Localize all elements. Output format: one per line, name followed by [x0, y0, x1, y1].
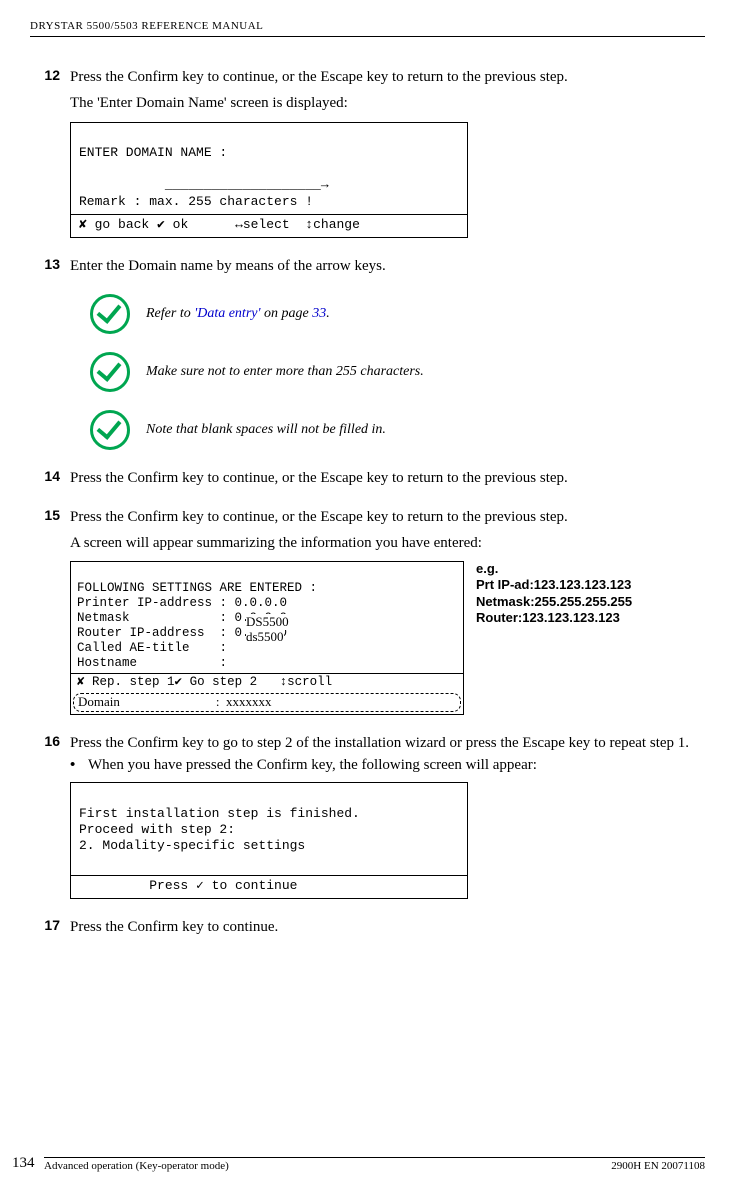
bullet-icon: • [70, 757, 88, 774]
checkmark-icon [90, 294, 130, 334]
lcd-softkeys: ✘ go back ✔ ok ↔select ↕change [71, 214, 467, 237]
step-number-16: 16 [30, 733, 70, 753]
lcd-line: Proceed with step 2: [79, 822, 235, 837]
lcd-line: Hostname : [77, 656, 235, 670]
step-number-13: 13 [30, 256, 70, 276]
overlay-hostname: ds5500 [246, 629, 284, 645]
lcd-softkeys: ✘ Rep. step 1✔ Go step 2 ↕scroll [71, 673, 463, 691]
note-text: Refer to 'Data entry' on page 33. [146, 306, 330, 322]
footer-left: Advanced operation (Key-operator mode) [44, 1160, 229, 1172]
lcd-line: Remark : max. 255 characters ! [79, 194, 313, 209]
running-header: DRYSTAR 5500/5503 REFERENCE MANUAL [30, 20, 705, 37]
step-text-13: Enter the Domain name by means of the ar… [70, 256, 705, 276]
page-number: 134 [12, 1155, 44, 1172]
step-number-12: 12 [30, 67, 70, 87]
step-text-15: Press the Confirm key to continue, or th… [70, 507, 705, 527]
note-refer-data-entry: Refer to 'Data entry' on page 33. [90, 294, 705, 334]
note-blank-spaces: Note that blank spaces will not be fille… [90, 410, 705, 450]
lcd-line: FOLLOWING SETTINGS ARE ENTERED : [77, 581, 317, 595]
overlay-ae-title: DS5500 [246, 614, 289, 630]
example-values: e.g. Prt IP-ad:123.123.123.123 Netmask:2… [476, 561, 632, 626]
t: on page [260, 306, 312, 321]
domain-label: Domain [78, 694, 120, 709]
note-max-chars: Make sure not to enter more than 255 cha… [90, 352, 705, 392]
step-16-bullet: When you have pressed the Confirm key, t… [88, 757, 537, 774]
eg-line: Netmask:255.255.255.255 [476, 594, 632, 610]
note-text: Note that blank spaces will not be fille… [146, 422, 386, 438]
lcd-softkeys: Press ✓ to continue [71, 875, 467, 898]
lcd-line: ENTER DOMAIN NAME : [79, 145, 227, 160]
footer-right: 2900H EN 20071108 [611, 1160, 705, 1172]
checkmark-icon [90, 352, 130, 392]
domain-value: : xxxxxxx [216, 694, 272, 709]
eg-line: Prt IP-ad:123.123.123.123 [476, 577, 632, 593]
step-text-14: Press the Confirm key to continue, or th… [70, 468, 705, 488]
page-footer: 134 Advanced operation (Key-operator mod… [0, 1155, 745, 1172]
lcd-line: 2. Modality-specific settings [79, 838, 305, 853]
checkmark-icon [90, 410, 130, 450]
lcd-line: Printer IP-address : 0.0.0.0 [77, 596, 287, 610]
note-text: Make sure not to enter more than 255 cha… [146, 364, 424, 380]
step-number-14: 14 [30, 468, 70, 488]
step-15-subtext: A screen will appear summarizing the inf… [70, 533, 705, 553]
step-text-17: Press the Confirm key to continue. [70, 917, 705, 937]
link-data-entry[interactable]: 'Data entry' [194, 306, 260, 321]
step-12-subtext: The 'Enter Domain Name' screen is displa… [70, 93, 705, 113]
lcd-line: First installation step is finished. [79, 806, 360, 821]
eg-line: e.g. [476, 561, 632, 577]
lcd-line: Called AE-title : [77, 641, 235, 655]
lcd-screen-settings-summary: FOLLOWING SETTINGS ARE ENTERED : Printer… [70, 561, 464, 715]
eg-line: Router:123.123.123.123 [476, 610, 632, 626]
t: . [326, 306, 330, 321]
lcd-screen-step-finished: First installation step is finished. Pro… [70, 782, 468, 899]
step-number-17: 17 [30, 917, 70, 937]
lcd-domain-row: Domain : xxxxxxx [73, 693, 461, 712]
t: Refer to [146, 306, 194, 321]
lcd-screen-domain-name: ENTER DOMAIN NAME : ____________________… [70, 122, 468, 239]
step-text-12: Press the Confirm key to continue, or th… [70, 67, 705, 87]
step-text-16: Press the Confirm key to go to step 2 of… [70, 733, 705, 753]
step-number-15: 15 [30, 507, 70, 527]
link-page-33[interactable]: 33 [312, 306, 326, 321]
lcd-line: ____________________→ [79, 177, 329, 192]
